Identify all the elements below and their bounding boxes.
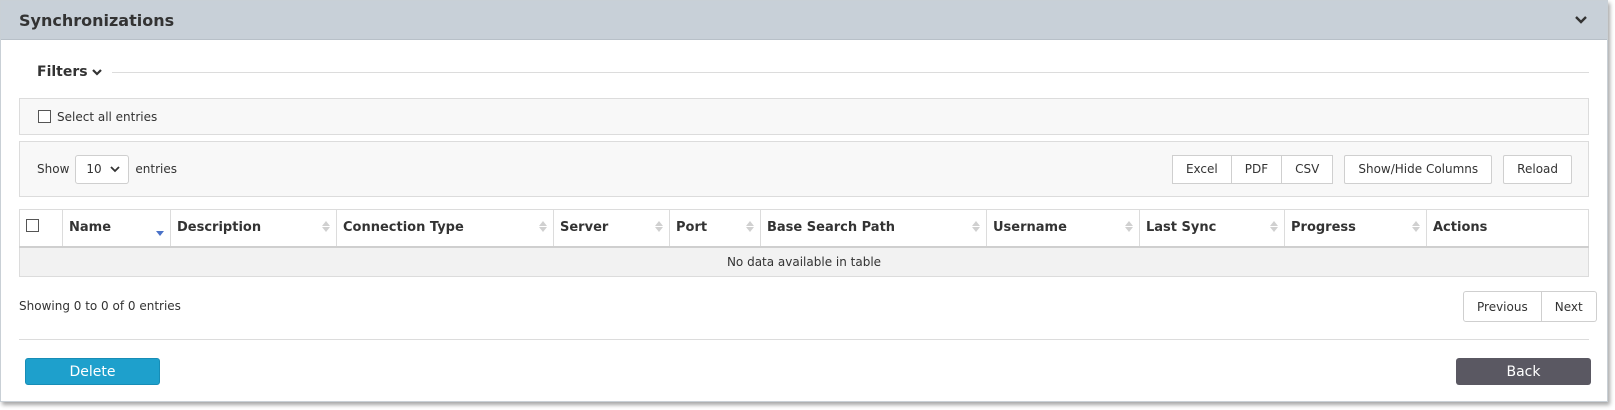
column-label: Port (676, 220, 708, 236)
column-header-last-sync[interactable]: Last Sync (1139, 209, 1285, 248)
delete-button[interactable]: Delete (25, 358, 160, 385)
column-label: Connection Type (343, 220, 464, 236)
sort-icon (746, 221, 754, 232)
synchronizations-table: Name Description Connection Type Server … (19, 209, 1589, 277)
table-toolbar: Show 10 entries Excel PDF CSV Show/Hide … (19, 141, 1589, 197)
reload-button[interactable]: Reload (1503, 154, 1572, 184)
entries-per-page-value: 10 (86, 162, 102, 176)
entries-per-page-select[interactable]: 10 (75, 154, 130, 184)
select-all-bar: Select all entries (19, 98, 1589, 135)
column-header-actions: Actions (1426, 209, 1589, 248)
column-label: Actions (1433, 220, 1488, 236)
empty-table-message: No data available in table (19, 246, 1589, 277)
column-header-port[interactable]: Port (669, 209, 761, 248)
excel-button[interactable]: Excel (1171, 154, 1232, 184)
table-info: Showing 0 to 0 of 0 entries (19, 299, 181, 313)
chevron-down-icon[interactable] (1573, 12, 1589, 28)
show-hide-columns-button[interactable]: Show/Hide Columns (1344, 154, 1493, 184)
sort-icon (1125, 221, 1133, 232)
pagination: Previous Next (1463, 291, 1597, 322)
select-all-label[interactable]: Select all entries (57, 110, 157, 124)
sort-icon (972, 221, 980, 232)
column-label: Name (69, 220, 112, 236)
length-menu: Show 10 entries (37, 154, 177, 184)
filters-label: Filters (37, 64, 88, 80)
column-label: Progress (1291, 220, 1356, 236)
pdf-button[interactable]: PDF (1231, 154, 1283, 184)
export-buttons: Excel PDF CSV Show/Hide Columns Reload (1171, 154, 1572, 184)
table-header-row: Name Description Connection Type Server … (19, 209, 1589, 248)
footer-divider (19, 339, 1589, 340)
select-all-checkbox[interactable] (38, 110, 51, 123)
column-label: Description (177, 220, 262, 236)
column-header-base-search-path[interactable]: Base Search Path (760, 209, 987, 248)
chevron-down-icon (91, 64, 102, 80)
column-header-username[interactable]: Username (986, 209, 1140, 248)
sort-icon (1412, 221, 1420, 232)
column-header-name[interactable]: Name (62, 209, 171, 248)
column-header-server[interactable]: Server (553, 209, 670, 248)
header-checkbox[interactable] (26, 219, 39, 233)
sort-icon (322, 221, 330, 232)
back-button[interactable]: Back (1456, 358, 1591, 385)
column-label: Server (560, 220, 609, 236)
sort-icon (1270, 221, 1278, 232)
chevron-down-icon (110, 162, 121, 176)
column-label: Base Search Path (767, 220, 896, 236)
next-page-button[interactable]: Next (1541, 291, 1597, 322)
column-label: Last Sync (1146, 220, 1217, 236)
sort-descending-icon (156, 221, 164, 236)
filters-divider (19, 72, 1589, 73)
sort-icon (655, 221, 663, 232)
show-label: Show (37, 162, 70, 176)
export-button-group: Excel PDF CSV (1171, 154, 1334, 184)
filters-section: Filters (19, 61, 1589, 83)
panel-title: Synchronizations (19, 10, 175, 30)
table-row: No data available in table (19, 246, 1589, 277)
sort-icon (539, 221, 547, 232)
panel-header[interactable]: Synchronizations (1, 1, 1607, 40)
filters-toggle[interactable]: Filters (19, 64, 112, 80)
column-label: Username (993, 220, 1067, 236)
previous-page-button[interactable]: Previous (1463, 291, 1542, 322)
csv-button[interactable]: CSV (1282, 154, 1334, 184)
column-header-progress[interactable]: Progress (1284, 209, 1427, 248)
synchronizations-panel: Synchronizations Filters Select all entr… (0, 0, 1608, 402)
column-header-description[interactable]: Description (170, 209, 337, 248)
column-header-connection-type[interactable]: Connection Type (336, 209, 554, 248)
entries-label: entries (135, 162, 177, 176)
header-select-all[interactable] (19, 209, 63, 248)
